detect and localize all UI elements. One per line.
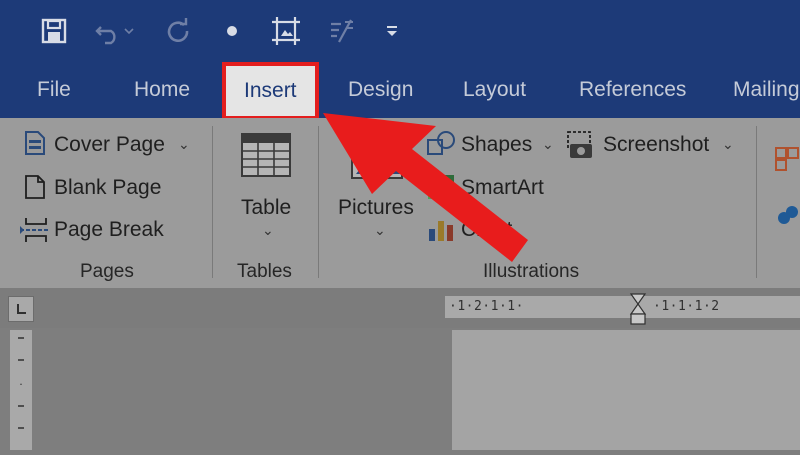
annotation-arrow xyxy=(323,113,528,262)
